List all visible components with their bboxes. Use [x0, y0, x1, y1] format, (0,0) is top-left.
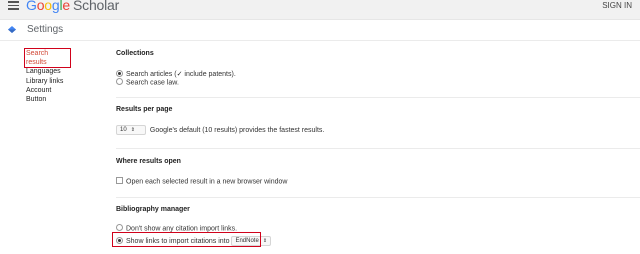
include-patents-check-icon[interactable]: ✓	[177, 71, 183, 78]
settings-sidebar: Search results Languages Library links A…	[24, 47, 71, 104]
select-arrow-icon: ⇕	[262, 238, 268, 244]
sign-in-link[interactable]: SIGN IN	[602, 1, 632, 10]
sidebar-item-search-results[interactable]: Search results	[24, 47, 71, 69]
include-patents-label: include patents).	[184, 71, 236, 78]
results-per-page-row: 10 ⇕ Google's default (10 results) provid…	[116, 125, 324, 135]
dont-show-radio[interactable]	[116, 224, 123, 231]
hamburger-menu-icon[interactable]	[8, 1, 19, 10]
page-title: Settings	[27, 24, 64, 35]
new-window-checkbox[interactable]	[116, 177, 123, 184]
results-per-page-value: 10	[120, 127, 127, 133]
results-per-page-title: Results per page	[116, 106, 173, 113]
top-bar: Google Scholar SIGN IN	[0, 0, 640, 20]
scholar-cap-icon	[8, 26, 16, 33]
settings-header: Settings	[0, 20, 640, 41]
sidebar-item-button[interactable]: Button	[26, 95, 70, 104]
search-case-law-option[interactable]: Search case law.	[116, 78, 179, 87]
section-divider	[116, 148, 640, 149]
section-divider	[116, 97, 640, 98]
sidebar-item-account[interactable]: Account	[26, 86, 70, 95]
sidebar-item-languages[interactable]: Languages	[26, 67, 70, 76]
logo-scholar-text: Scholar	[73, 0, 120, 13]
bibliography-manager-title: Bibliography manager	[116, 206, 190, 213]
highlight-annotation-box	[112, 232, 261, 247]
search-articles-option[interactable]: Search articles (✓ include patents).	[116, 69, 236, 78]
results-per-page-select[interactable]: 10 ⇕	[116, 125, 146, 135]
search-case-law-label: Search case law.	[126, 79, 179, 87]
section-divider	[116, 197, 640, 198]
search-case-law-radio[interactable]	[116, 78, 123, 85]
results-per-page-description: Google's default (10 results) provides t…	[149, 126, 325, 134]
collections-title: Collections	[116, 50, 154, 57]
search-articles-radio[interactable]	[116, 69, 123, 77]
sidebar-item-library-links[interactable]: Library links	[26, 77, 70, 86]
google-scholar-logo[interactable]: Google Scholar	[26, 0, 119, 13]
search-articles-label: Search articles (	[126, 71, 177, 78]
select-arrow-icon: ⇕	[130, 127, 135, 133]
where-results-open-title: Where results open	[116, 158, 181, 165]
new-window-option[interactable]: Open each selected result in a new brows…	[116, 177, 288, 186]
new-window-label: Open each selected result in a new brows…	[126, 178, 288, 186]
